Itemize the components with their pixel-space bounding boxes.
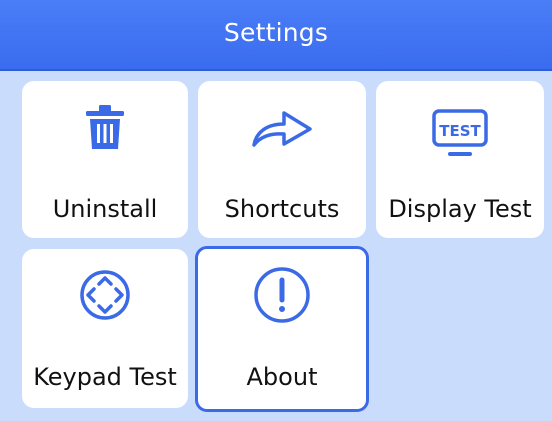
trash-icon <box>83 105 127 151</box>
page-title: Settings <box>223 18 329 47</box>
tile-label-uninstall: Uninstall <box>52 195 158 223</box>
tile-shortcuts[interactable]: Shortcuts <box>198 81 366 238</box>
monitor-test-text: TEST <box>439 122 481 140</box>
tile-uninstall[interactable]: Uninstall <box>22 81 188 238</box>
tile-about[interactable]: About <box>195 246 369 412</box>
info-exclamation-icon <box>253 266 311 324</box>
monitor-test-icon: TEST <box>431 109 489 159</box>
tile-keypad-test[interactable]: Keypad Test <box>22 249 188 408</box>
tile-label-keypad-test: Keypad Test <box>33 363 177 391</box>
tile-label-about: About <box>246 363 318 391</box>
share-arrow-icon <box>248 109 316 149</box>
tile-label-shortcuts: Shortcuts <box>224 195 340 223</box>
header-bar: Settings <box>0 0 552 71</box>
keypad-directions-icon <box>79 269 131 321</box>
tile-display-test[interactable]: TEST Display Test <box>376 81 544 238</box>
tile-label-display-test: Display Test <box>388 195 532 223</box>
